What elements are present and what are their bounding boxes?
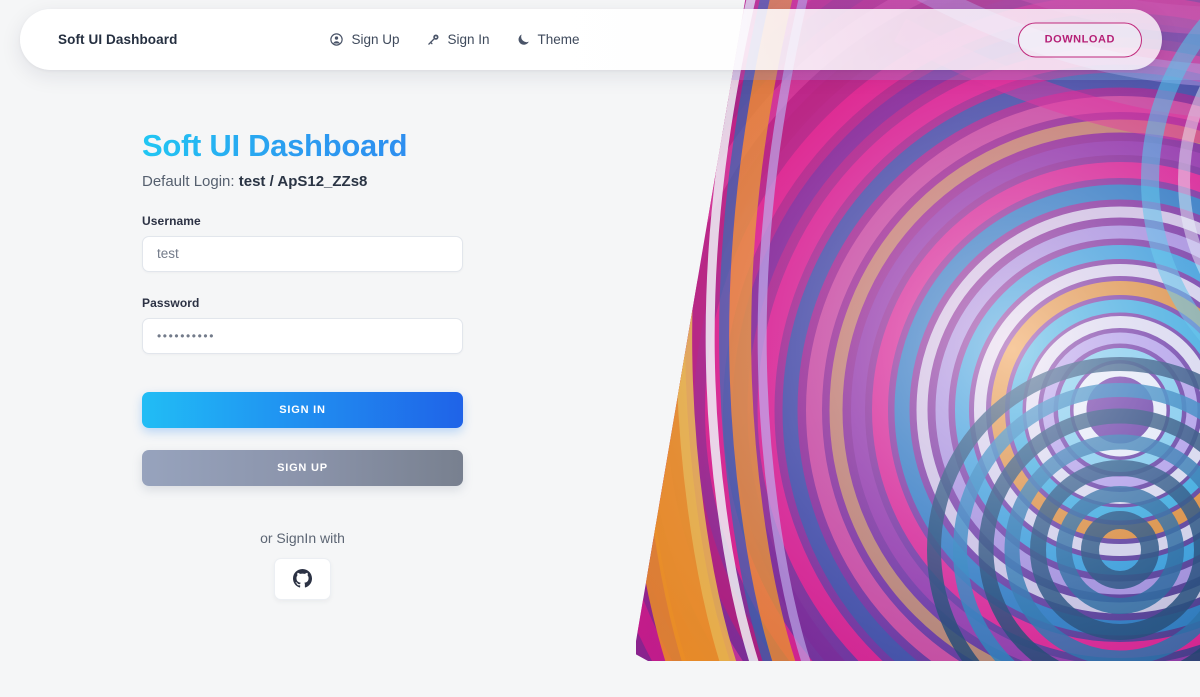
default-login-hint: Default Login: test / ApS12_ZZs8 [142, 173, 472, 190]
nav-link-sign-in[interactable]: Sign In [426, 32, 490, 47]
nav-link-sign-up[interactable]: Sign Up [329, 32, 400, 47]
download-button[interactable]: DOWNLOAD [1017, 22, 1142, 57]
hero-image-panel [636, 0, 1200, 661]
social-login-text: or SignIn with [260, 529, 345, 546]
default-login-credentials: test / ApS12_ZZs8 [238, 172, 368, 190]
nav-links: Sign Up Sign In Theme [329, 32, 580, 47]
github-icon [293, 569, 312, 588]
nav-link-label: Theme [537, 32, 580, 47]
sign-up-button[interactable]: SIGN UP [142, 449, 463, 486]
password-label: Password [142, 295, 200, 310]
username-field-group: Username [142, 214, 472, 272]
sign-in-button[interactable]: SIGN IN [142, 391, 463, 428]
default-login-prefix: Default Login: [142, 172, 239, 190]
username-input[interactable] [142, 235, 463, 272]
social-login-buttons [142, 557, 463, 600]
account-circle-icon [329, 32, 344, 47]
brand-title[interactable]: Soft UI Dashboard [58, 32, 177, 47]
moon-icon [516, 32, 531, 47]
top-navbar: Soft UI Dashboard Sign Up Sign In Theme … [20, 9, 1162, 70]
page-title: Soft UI Dashboard [142, 128, 472, 164]
login-form: Soft UI Dashboard Default Login: test / … [142, 128, 472, 600]
nav-link-label: Sign Up [351, 32, 400, 47]
github-login-button[interactable] [274, 557, 331, 600]
password-input[interactable] [142, 317, 463, 354]
nav-link-label: Sign In [447, 32, 490, 47]
hero-artwork [636, 0, 1200, 661]
social-login-section: or SignIn with [142, 530, 463, 600]
username-label: Username [142, 213, 201, 228]
nav-link-theme[interactable]: Theme [516, 32, 580, 47]
password-field-group: Password [142, 296, 472, 354]
hero-image-clip [636, 0, 1200, 661]
key-icon [426, 32, 441, 47]
